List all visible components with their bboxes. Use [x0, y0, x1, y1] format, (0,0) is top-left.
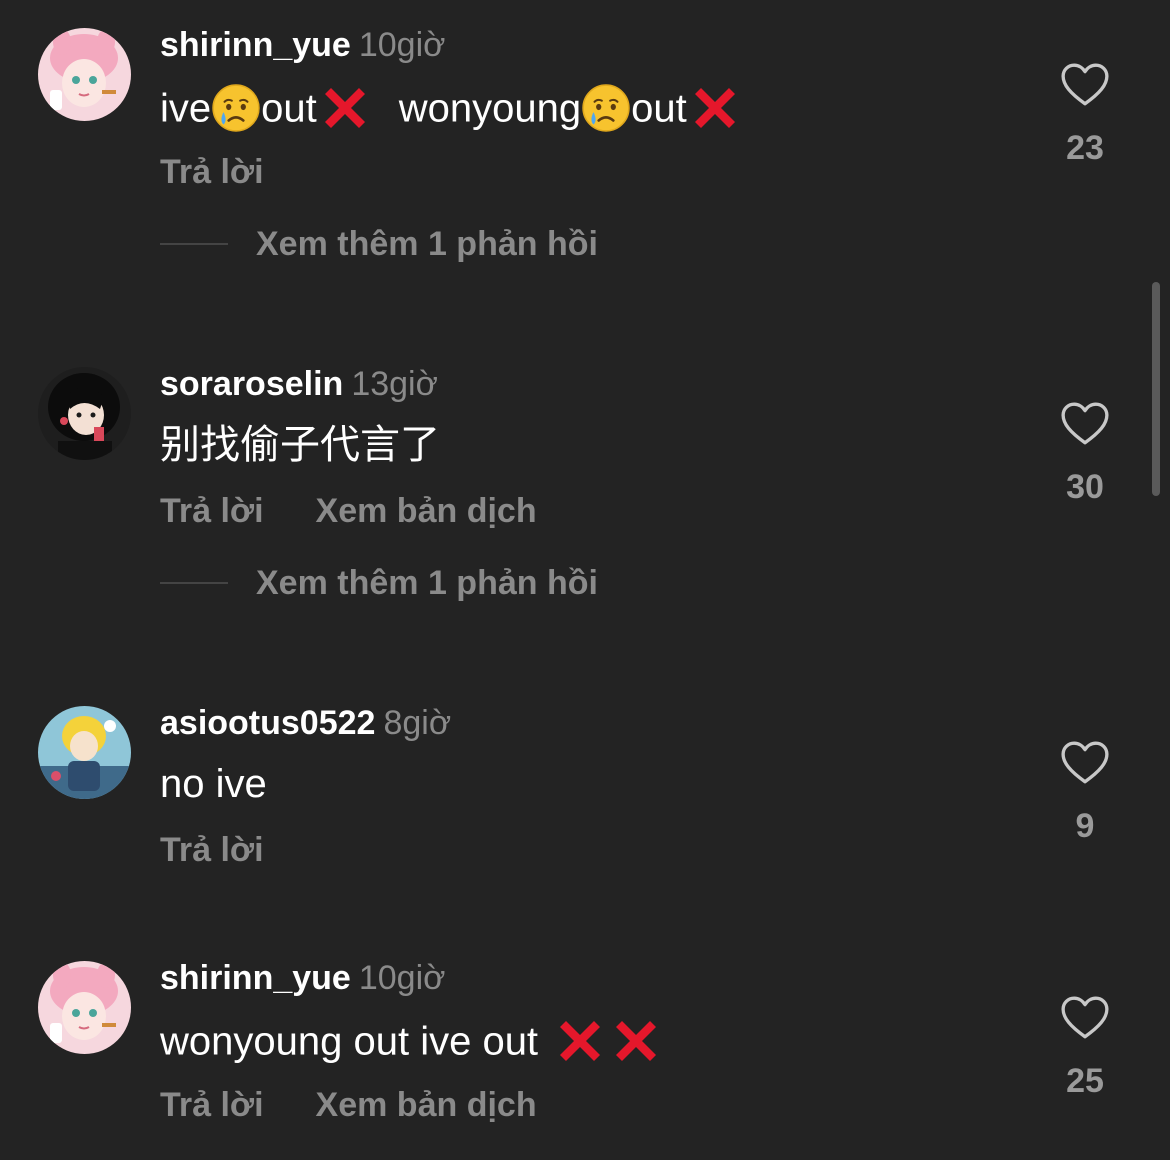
username[interactable]: asiootus0522 — [160, 704, 375, 742]
timestamp: 10giờ — [358, 26, 446, 64]
heart-icon[interactable] — [1060, 401, 1110, 447]
comment-text-segment: out — [261, 86, 317, 131]
comment-header: asiootus0522 8giờ — [160, 702, 451, 744]
cross-mark-icon — [317, 80, 373, 136]
avatar[interactable] — [38, 961, 131, 1054]
comment-actions: Trả lời — [160, 150, 264, 194]
comment-text: 别找偷子代言了 — [160, 423, 440, 467]
comment-text: wonyoung out ive out — [160, 1011, 664, 1067]
scrollbar[interactable] — [1152, 282, 1160, 496]
translate-button[interactable]: Xem bản dịch — [316, 489, 537, 533]
comment-text-segment: wonyoung out ive out — [160, 1019, 539, 1064]
timestamp: 8giờ — [383, 704, 452, 742]
reply-button[interactable]: Trả lời — [160, 1083, 264, 1127]
timestamp: 10giờ — [358, 959, 446, 997]
comment-actions: Trả lời — [160, 828, 264, 872]
divider-line — [160, 243, 228, 245]
crying-face-emoji-icon — [581, 83, 631, 133]
comment-text-segment: out — [631, 86, 687, 131]
like-button[interactable]: 30 — [1040, 401, 1130, 507]
comment-text: ive out wonyoung out — [160, 78, 743, 134]
reply-button[interactable]: Trả lời — [160, 489, 264, 533]
cross-mark-icon — [552, 1013, 608, 1069]
like-count: 23 — [1066, 129, 1104, 167]
comment-actions: Trả lời Xem bản dịch — [160, 489, 537, 533]
avatar[interactable] — [38, 28, 131, 121]
avatar[interactable] — [38, 706, 131, 799]
cross-mark-icon — [608, 1013, 664, 1069]
comment-header: soraroselin 13giờ — [160, 363, 438, 405]
username[interactable]: shirinn_yue — [160, 26, 351, 64]
cross-mark-icon — [687, 80, 743, 136]
like-button[interactable]: 25 — [1040, 995, 1130, 1101]
comment-text-segment: ive — [160, 86, 212, 131]
timestamp: 13giờ — [351, 365, 438, 403]
like-count: 25 — [1066, 1062, 1104, 1100]
view-more-replies[interactable]: Xem thêm 1 phản hồi — [160, 222, 598, 266]
comment-actions: Trả lời Xem bản dịch — [160, 1083, 537, 1127]
reply-button[interactable]: Trả lời — [160, 828, 264, 872]
username[interactable]: soraroselin — [160, 365, 343, 403]
like-count: 30 — [1066, 468, 1104, 506]
like-button[interactable]: 9 — [1040, 740, 1130, 846]
heart-icon[interactable] — [1060, 62, 1110, 108]
crying-face-emoji-icon — [211, 83, 261, 133]
like-count: 9 — [1075, 807, 1095, 845]
username[interactable]: shirinn_yue — [160, 959, 351, 997]
comment-text: no ive — [160, 762, 267, 806]
comment-header: shirinn_yue 10giờ — [160, 24, 445, 66]
view-more-replies-label[interactable]: Xem thêm 1 phản hồi — [256, 225, 598, 263]
avatar[interactable] — [38, 367, 131, 460]
like-button[interactable]: 23 — [1040, 62, 1130, 168]
divider-line — [160, 582, 228, 584]
reply-button[interactable]: Trả lời — [160, 150, 264, 194]
view-more-replies[interactable]: Xem thêm 1 phản hồi — [160, 561, 598, 605]
heart-icon[interactable] — [1060, 740, 1110, 786]
comment-text-segment: wonyoung — [398, 86, 582, 131]
view-more-replies-label[interactable]: Xem thêm 1 phản hồi — [256, 564, 598, 602]
heart-icon[interactable] — [1060, 995, 1110, 1041]
translate-button[interactable]: Xem bản dịch — [316, 1083, 537, 1127]
comment-header: shirinn_yue 10giờ — [160, 957, 445, 999]
